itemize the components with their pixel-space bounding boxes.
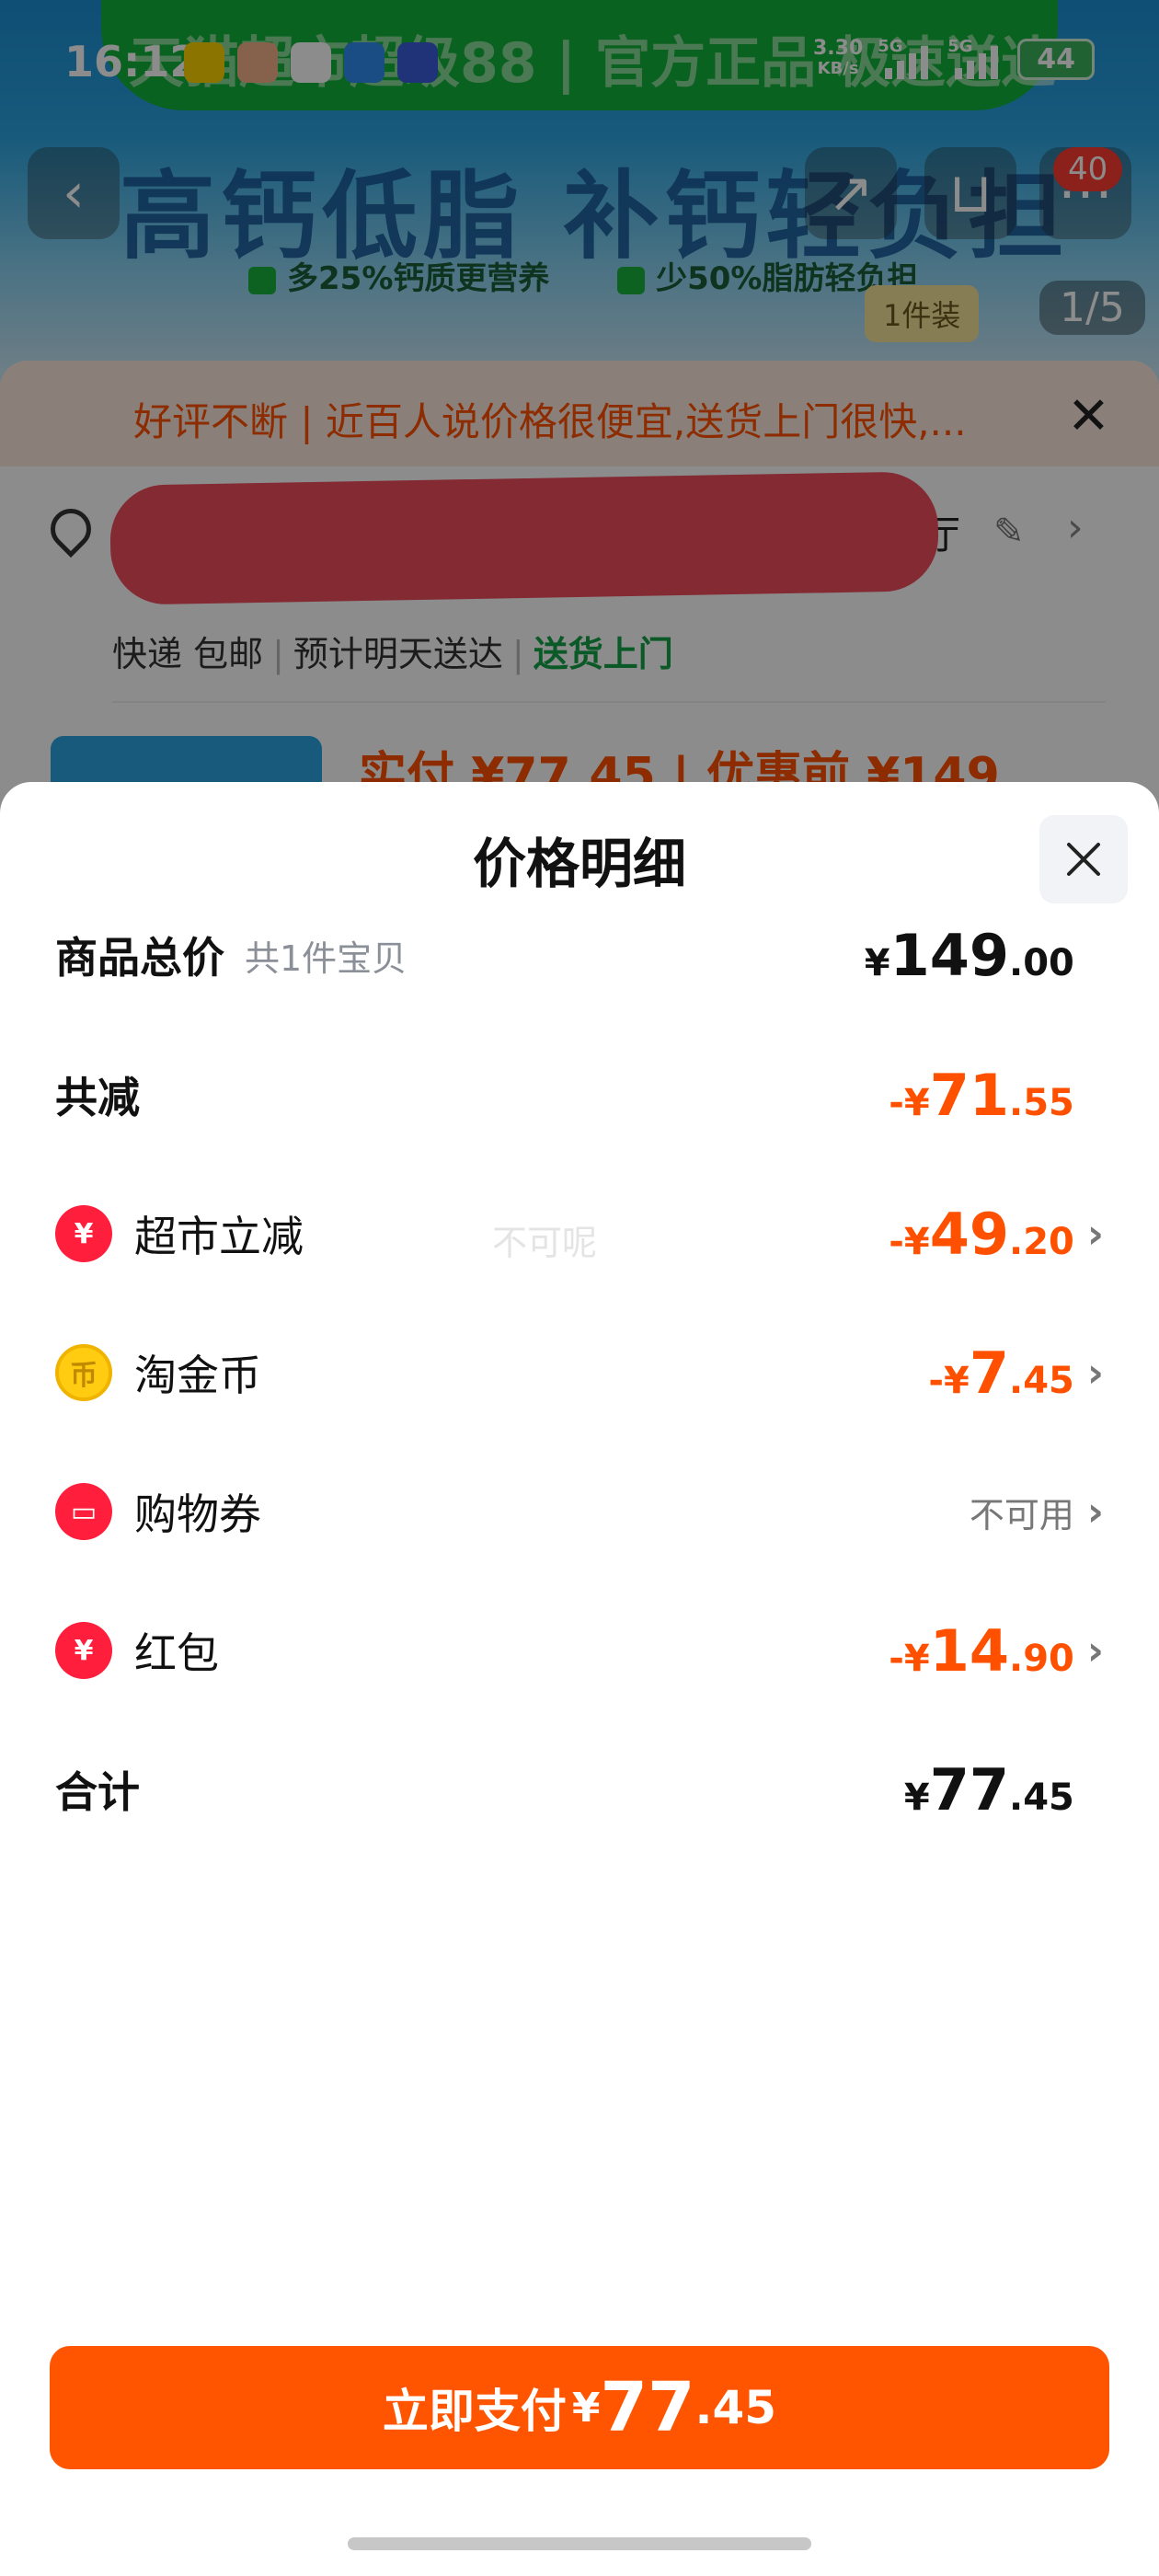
row-shopping-voucher[interactable]: ▭ 购物券 不可用 › [55,1466,1104,1558]
total-amount: ¥149.00 [864,921,1074,989]
close-button[interactable] [1039,815,1128,903]
gold-coin-icon: 币 [55,1344,112,1401]
row-label: 共减 [55,1073,140,1122]
row-total-discount: 共减 -¥71.55 › [55,1049,1104,1141]
red-packet-icon: ¥ [55,1622,112,1679]
price-detail-sheet: 价格明细 不可呢 商品总价 共1件宝贝 ¥149.00 › 共减 -¥71.55… [0,782,1159,2576]
row-red-packet[interactable]: ¥ 红包 -¥14.90 › [55,1604,1104,1696]
close-icon [1067,843,1100,876]
item-count: 共1件宝贝 [245,937,407,979]
pay-button-label: 立即支付 [382,2385,567,2438]
chevron-right-icon: › [1086,1349,1104,1397]
row-label: 淘金币 [134,1351,261,1400]
discount-amount: -¥71.55 [889,1061,1074,1129]
chevron-right-icon: › [1086,1210,1104,1258]
voucher-status: 不可用 [969,1494,1074,1535]
chevron-right-icon: › [1086,1488,1104,1535]
row-grand-total: 合计 ¥77.45 › [55,1743,1104,1835]
pay-now-button[interactable]: 立即支付 ¥ 77 .45 [50,2346,1109,2469]
modal-title: 价格明细 [472,833,686,895]
coin-discount-amount: -¥7.45 [928,1339,1074,1407]
chevron-right-icon: › [1086,1627,1104,1674]
grand-total-amount: ¥77.45 [903,1755,1074,1823]
home-indicator[interactable] [348,2537,811,2550]
row-supermarket-discount[interactable]: ¥ 超市立减 -¥49.20 › [55,1188,1104,1280]
row-label: 商品总价 [55,933,224,983]
yen-coupon-icon: ¥ [55,1205,112,1262]
ticket-icon: ▭ [55,1483,112,1540]
row-label: 购物券 [134,1489,261,1539]
row-taobao-coin[interactable]: 币 淘金币 -¥7.45 › [55,1327,1104,1419]
red-packet-amount: -¥14.90 [889,1616,1074,1685]
supermarket-discount-amount: -¥49.20 [889,1200,1074,1268]
row-label: 超市立减 [134,1212,304,1261]
row-label: 红包 [134,1628,219,1678]
row-total-price: 商品总价 共1件宝贝 ¥149.00 › [55,909,1104,1001]
row-label: 合计 [55,1767,140,1817]
